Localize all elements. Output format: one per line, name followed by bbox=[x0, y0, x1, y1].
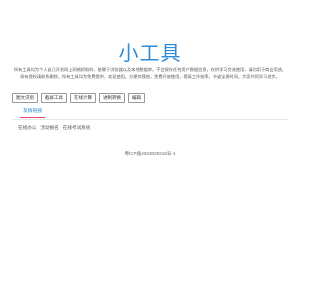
tool-tag-ocr[interactable]: 图文识别 bbox=[12, 93, 38, 103]
friend-links-tabs: 友情链接 bbox=[12, 107, 288, 120]
friend-link-list: 在线办公 活动报名 在线考试系统 bbox=[18, 125, 90, 131]
friend-link-registration[interactable]: 活动报名 bbox=[40, 125, 58, 131]
intro-text: 所有工具均为个人自己开发网上网络抓取的，依赖于浏览器以及本地数据库。不会保存任何… bbox=[13, 67, 287, 79]
site-title: 小工具 bbox=[118, 43, 182, 65]
tool-tag-editor[interactable]: 编辑 bbox=[128, 93, 145, 103]
friend-link-exam[interactable]: 在线考试系统 bbox=[63, 125, 91, 131]
tool-tag-base-converter[interactable]: 进制转换 bbox=[99, 93, 125, 103]
footer-icp[interactable]: 粤ICP备2023029218号-1 bbox=[0, 151, 300, 157]
friend-link-office[interactable]: 在线办公 bbox=[18, 125, 36, 131]
tab-friend-links[interactable]: 友情链接 bbox=[20, 107, 46, 118]
tool-tag-calculator[interactable]: 在线计算 bbox=[70, 93, 96, 103]
tool-tag-list: 图文识别 截屏工具 在线计算 进制转换 编辑 bbox=[12, 93, 145, 103]
tool-tag-screenshot[interactable]: 截屏工具 bbox=[41, 93, 67, 103]
page: 小工具 所有工具均为个人自己开发网上网络抓取的，依赖于浏览器以及本地数据库。不会… bbox=[0, 0, 300, 300]
